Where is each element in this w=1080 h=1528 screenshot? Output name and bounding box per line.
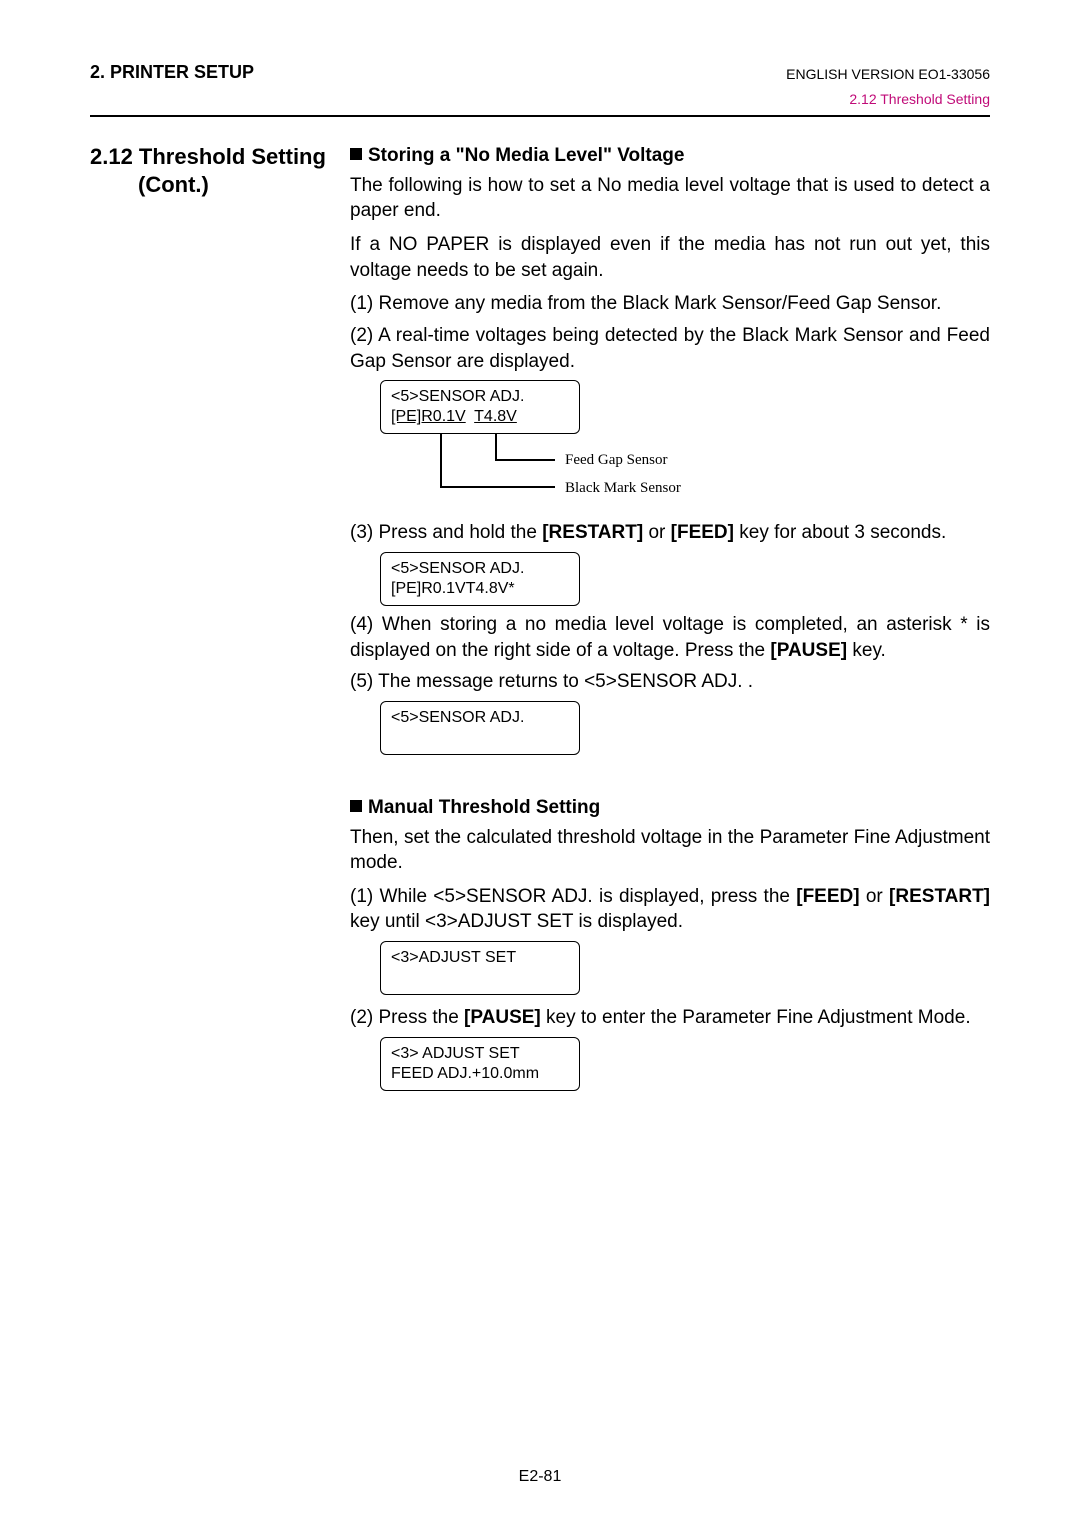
lcd2-line1: <5>SENSOR ADJ.: [391, 560, 524, 577]
lcd-box-4: <3>ADJUST SET: [380, 941, 580, 995]
header-sub: 2.12 Threshold Setting: [90, 90, 990, 109]
restart-key-2: [RESTART]: [889, 886, 990, 907]
pause-key-2: [PAUSE]: [464, 1007, 541, 1028]
sec2-step1a: (1) While <5>SENSOR ADJ. is displayed, p…: [350, 886, 796, 907]
bullet-icon: [350, 800, 362, 812]
lcd1-line1: <5>SENSOR ADJ.: [391, 388, 524, 405]
sec2-step1c: key until <3>ADJUST SET is displayed.: [350, 911, 683, 932]
feed-key-2: [FEED]: [796, 886, 859, 907]
sec2-heading: Manual Threshold Setting: [368, 797, 600, 818]
header-right: ENGLISH VERSION EO1-33056: [786, 65, 990, 84]
section-number-title: 2.12 Threshold Setting: [90, 144, 326, 169]
sec2-p1: Then, set the calculated threshold volta…: [350, 825, 990, 876]
lcd5-line1: <3> ADJUST SET: [391, 1045, 520, 1062]
sec2-step2a: (2) Press the: [350, 1007, 464, 1028]
sec1-step3c: key for about 3 seconds.: [734, 522, 946, 543]
lcd-box-2: <5>SENSOR ADJ. [PE]R0.1VT4.8V*: [380, 552, 580, 606]
sec1-p1: The following is how to set a No media l…: [350, 173, 990, 224]
lcd-box-1: <5>SENSOR ADJ. [PE]R0.1V T4.8V: [380, 380, 580, 434]
feed-gap-label: Feed Gap Sensor: [565, 450, 667, 470]
bullet-icon: [350, 148, 362, 160]
lcd-box-3: <5>SENSOR ADJ.: [380, 701, 580, 755]
feed-key: [FEED]: [671, 522, 734, 543]
black-mark-label: Black Mark Sensor: [565, 478, 681, 498]
sec1-p2: If a NO PAPER is displayed even if the m…: [350, 232, 990, 283]
sec1-step1: (1) Remove any media from the Black Mark…: [350, 291, 990, 317]
lcd1-val1: [PE]R0.1V: [391, 408, 466, 425]
section-cont: (Cont.): [90, 172, 209, 197]
sec1-step5: (5) The message returns to <5>SENSOR ADJ…: [350, 669, 990, 695]
sec1-step2: (2) A real-time voltages being detected …: [350, 325, 990, 372]
sec1-step4b: key.: [847, 640, 886, 661]
lcd4-line1: <3>ADJUST SET: [391, 949, 516, 966]
page-number: E2-81: [0, 1466, 1080, 1488]
sec1-step3a: (3) Press and hold the: [350, 522, 542, 543]
sec2-step1b: or: [860, 886, 889, 907]
lcd3-line1: <5>SENSOR ADJ.: [391, 709, 524, 726]
lcd-box-5: <3> ADJUST SET FEED ADJ.+10.0mm: [380, 1037, 580, 1091]
sec1-heading: Storing a "No Media Level" Voltage: [368, 145, 684, 166]
header-left: 2. PRINTER SETUP: [90, 60, 254, 84]
pause-key: [PAUSE]: [770, 640, 847, 661]
sec1-step4a: (4) When storing a no media level voltag…: [350, 614, 990, 661]
lcd1-val2: T4.8V: [474, 408, 517, 425]
sec1-step3b: or: [643, 522, 670, 543]
sensor-diagram: <5>SENSOR ADJ. [PE]R0.1V T4.8V Feed Gap …: [380, 380, 990, 514]
restart-key: [RESTART]: [542, 522, 643, 543]
lcd2-line2: [PE]R0.1VT4.8V*: [391, 580, 515, 597]
sec2-step2b: key to enter the Parameter Fine Adjustme…: [541, 1007, 971, 1028]
header-divider: [90, 115, 990, 117]
lcd5-line2: FEED ADJ.+10.0mm: [391, 1065, 539, 1082]
